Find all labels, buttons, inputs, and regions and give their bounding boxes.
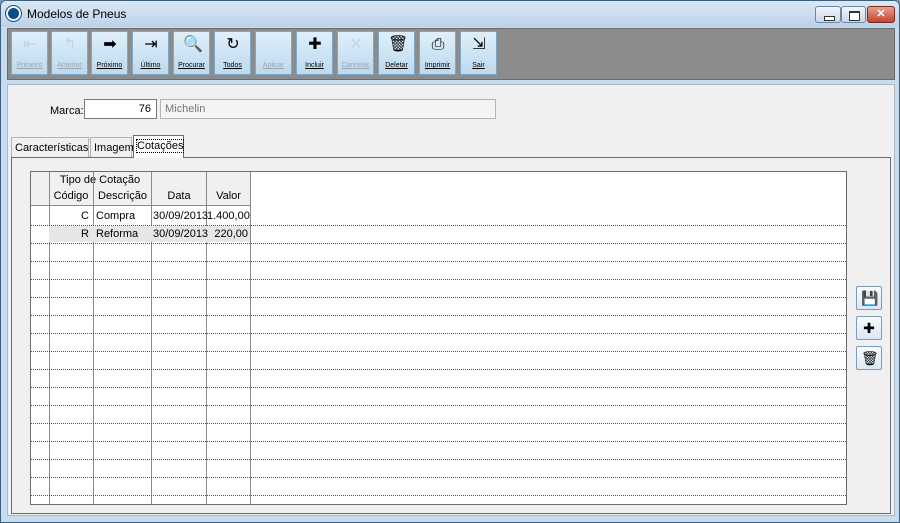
grid-cell-descricao[interactable]: Reforma [96, 226, 150, 242]
toolbar-button-anterior[interactable]: ↰ Anterior [51, 31, 88, 75]
next-record-icon: ➡ [103, 36, 117, 53]
grid-row-divider [31, 369, 846, 370]
grid-row-divider [31, 279, 846, 280]
grid-row-divider [31, 333, 846, 334]
app-window: Modelos de Pneus ✕ ⇤ Primeiro ↰ Anterior ➡ Pr… [0, 0, 900, 523]
grid-column-divider [151, 172, 152, 504]
grid-column-divider [250, 172, 251, 504]
toolbar-button-imprimir[interactable]: ⎙ Imprimir [419, 31, 456, 75]
toolbar-button-label: Cancelar [341, 62, 370, 69]
toolbar: ⇤ Primeiro ↰ Anterior ➡ Próximo ⇥ Último 🔍 Procur… [7, 28, 895, 80]
trash-icon: 🗑 [388, 36, 409, 53]
column-header-valor[interactable]: Valor [207, 190, 250, 202]
grid-row-divider [31, 243, 846, 244]
tab-cotacoes-label: Cotações [135, 139, 185, 153]
grid-row-divider [31, 351, 846, 352]
toolbar-button-aplicar[interactable]: Aplicar [255, 31, 292, 75]
side-save-button[interactable]: 💾 [856, 286, 882, 310]
toolbar-button-label: Último [140, 62, 161, 69]
refresh-all-icon: ↻ [226, 36, 240, 53]
toolbar-button-label: Primeiro [16, 62, 43, 69]
exit-icon: ⇲ [472, 36, 486, 53]
printer-icon: ⎙ [431, 36, 445, 53]
new-record-icon: ✚ [308, 36, 322, 53]
apply-icon [265, 36, 283, 54]
toolbar-button-sair[interactable]: ⇲ Sair [460, 31, 497, 75]
trash-icon: 🗑 [861, 350, 879, 366]
grid-row-divider [31, 423, 846, 424]
grid-row-divider [31, 261, 846, 262]
grid-column-divider [93, 172, 94, 504]
toolbar-button-cancelar[interactable]: ✕ Cancelar [337, 31, 374, 75]
grid-cell-codigo[interactable]: R [49, 226, 89, 242]
grid-row-divider [31, 459, 846, 460]
grid-row-divider [31, 495, 846, 496]
grid-row-divider [31, 315, 846, 316]
grid-row-divider [31, 477, 846, 478]
new-record-icon: ✚ [863, 320, 875, 336]
grid-cell-valor[interactable]: 1.400,00 [207, 208, 250, 224]
search-icon: 🔍 [183, 36, 203, 53]
grid-cell-codigo[interactable]: C [49, 208, 89, 224]
toolbar-button-label: Aplicar [262, 62, 285, 69]
toolbar-button-label: Sair [472, 62, 485, 69]
group-header-tipo: Tipo de Cotação [59, 174, 141, 186]
grid-row-divider [31, 441, 846, 442]
tab-caracteristicas[interactable]: Características [11, 137, 89, 157]
first-record-icon: ⇤ [23, 36, 37, 53]
marca-label: Marca: [50, 105, 84, 117]
main-panel: Marca: 76 Michelin Características Image… [7, 84, 895, 516]
grid-cell-descricao[interactable]: Compra [96, 208, 150, 224]
toolbar-button-ultimo[interactable]: ⇥ Último [132, 31, 169, 75]
toolbar-button-procurar[interactable]: 🔍 Procurar [173, 31, 210, 75]
toolbar-button-label: Imprimir [424, 62, 451, 69]
toolbar-button-incluir[interactable]: ✚ Incluir [296, 31, 333, 75]
grid-row-divider [31, 405, 846, 406]
close-button[interactable]: ✕ [867, 6, 895, 23]
minimize-button[interactable] [815, 6, 841, 23]
grid-row-divider [31, 387, 846, 388]
toolbar-button-label: Próximo [96, 62, 123, 69]
grid-cell-valor[interactable]: 220,00 [207, 226, 248, 242]
grid-row-divider [31, 297, 846, 298]
toolbar-button-proximo[interactable]: ➡ Próximo [91, 31, 128, 75]
toolbar-button-label: Deletar [385, 62, 408, 69]
column-header-codigo[interactable]: Código [49, 190, 93, 202]
title-bar[interactable]: Modelos de Pneus ✕ [1, 1, 899, 27]
toolbar-button-label: Incluir [305, 62, 324, 69]
column-header-data[interactable]: Data [152, 190, 206, 202]
last-record-icon: ⇥ [144, 36, 158, 53]
toolbar-button-label: Todos [223, 62, 242, 69]
toolbar-button-todos[interactable]: ↻ Todos [214, 31, 251, 75]
marca-code-input[interactable]: 76 [84, 99, 157, 119]
cancel-icon: ✕ [349, 36, 363, 53]
previous-record-icon: ↰ [63, 36, 77, 53]
app-logo-icon [6, 6, 21, 21]
toolbar-button-label: Anterior [57, 62, 82, 69]
toolbar-button-primeiro[interactable]: ⇤ Primeiro [11, 31, 48, 75]
column-header-descricao[interactable]: Descrição [94, 190, 151, 202]
save-icon: 💾 [861, 290, 879, 306]
toolbar-button-label: Procurar [178, 62, 205, 69]
grid-cell-data[interactable]: 30/09/2013 [153, 226, 208, 242]
window-title: Modelos de Pneus [27, 7, 127, 21]
marca-name-field: Michelin [160, 99, 496, 119]
grid-cell-data[interactable]: 30/09/2013 [153, 208, 208, 224]
toolbar-button-deletar[interactable]: 🗑 Deletar [378, 31, 415, 75]
maximize-button[interactable] [841, 6, 866, 23]
tab-content: Tipo de Cotação Código Descrição Data Va… [11, 157, 891, 514]
tab-imagem[interactable]: Imagem [90, 137, 134, 157]
cotacoes-grid[interactable]: Tipo de Cotação Código Descrição Data Va… [30, 171, 847, 505]
side-new-record-button[interactable]: ✚ [856, 316, 882, 340]
tab-cotacoes[interactable]: Cotações [133, 135, 185, 158]
side-trash-button[interactable]: 🗑 [856, 346, 882, 370]
